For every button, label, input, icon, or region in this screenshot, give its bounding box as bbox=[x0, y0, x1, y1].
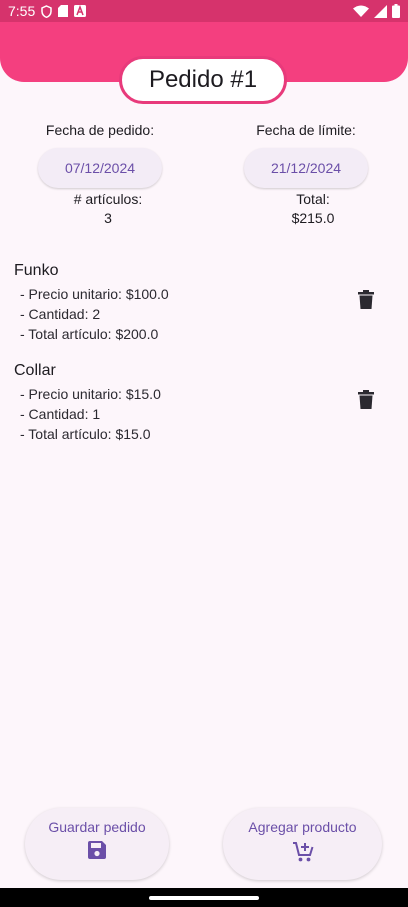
items-count-value: 3 bbox=[104, 210, 112, 226]
wifi-icon bbox=[353, 5, 369, 17]
order-date-button[interactable]: 07/12/2024 bbox=[38, 148, 162, 188]
order-date-section: Fecha de pedido: 07/12/2024 bbox=[10, 122, 190, 188]
total-section: Total: $215.0 bbox=[223, 190, 403, 228]
status-time: 7:55 bbox=[8, 3, 36, 19]
item-unit-price: - Precio unitario: $15.0 bbox=[20, 386, 161, 402]
save-icon bbox=[88, 841, 106, 862]
items-count-section: # artículos: 3 bbox=[18, 190, 198, 228]
font-a-icon bbox=[74, 5, 87, 17]
page-title: Pedido #1 bbox=[119, 56, 287, 104]
item-name: Funko bbox=[14, 262, 59, 279]
limit-date-section: Fecha de límite: 21/12/2024 bbox=[216, 122, 396, 188]
sd-card-icon bbox=[58, 5, 69, 17]
total-value: $215.0 bbox=[291, 210, 335, 226]
trash-icon bbox=[358, 289, 374, 309]
signal-icon bbox=[374, 4, 387, 18]
system-nav-bar bbox=[0, 888, 408, 907]
status-bar: 7:55 bbox=[0, 0, 408, 22]
list-item: Collar - Precio unitario: $15.0 - Cantid… bbox=[14, 362, 394, 444]
save-order-label: Guardar pedido bbox=[48, 819, 146, 835]
add-product-button[interactable]: Agregar producto bbox=[223, 808, 382, 880]
delete-item-button[interactable] bbox=[356, 288, 376, 310]
item-quantity: - Cantidad: 1 bbox=[20, 406, 101, 422]
item-total: - Total artículo: $15.0 bbox=[20, 426, 151, 442]
item-name: Collar bbox=[14, 362, 56, 379]
shield-icon bbox=[41, 4, 52, 18]
item-unit-price: - Precio unitario: $100.0 bbox=[20, 286, 169, 302]
order-date-label: Fecha de pedido: bbox=[45, 122, 155, 138]
list-item: Funko - Precio unitario: $100.0 - Cantid… bbox=[14, 262, 394, 344]
home-gesture-handle[interactable] bbox=[149, 896, 259, 900]
trash-icon bbox=[358, 389, 374, 409]
save-order-button[interactable]: Guardar pedido bbox=[25, 808, 169, 880]
delete-item-button[interactable] bbox=[356, 388, 376, 410]
battery-icon bbox=[392, 4, 400, 18]
items-count-label: # artículos: bbox=[73, 191, 143, 207]
total-label: Total: bbox=[296, 191, 330, 207]
item-quantity: - Cantidad: 2 bbox=[20, 306, 101, 322]
item-total: - Total artículo: $200.0 bbox=[20, 326, 159, 342]
add-shopping-cart-icon bbox=[292, 841, 314, 866]
limit-date-button[interactable]: 21/12/2024 bbox=[244, 148, 368, 188]
add-product-label: Agregar producto bbox=[248, 819, 357, 835]
limit-date-label: Fecha de límite: bbox=[256, 122, 356, 138]
